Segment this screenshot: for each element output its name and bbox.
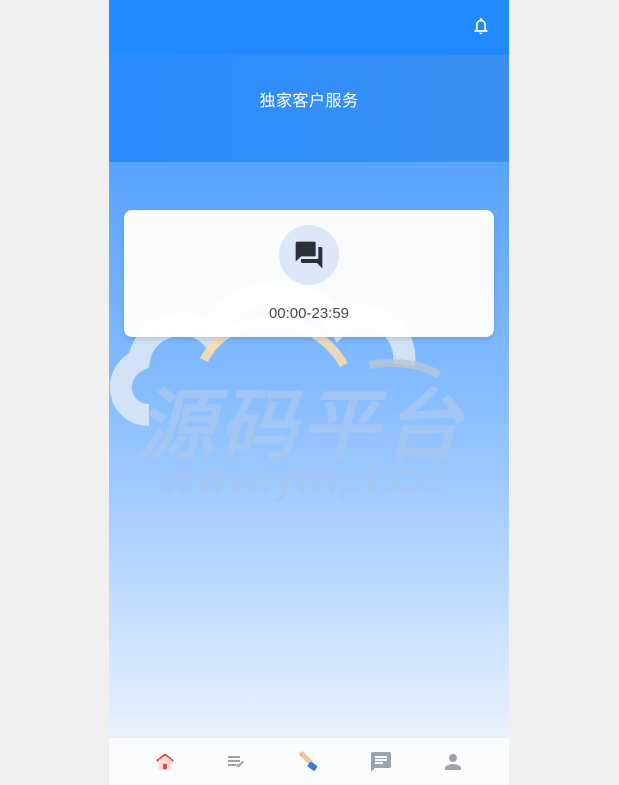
tab-profile[interactable] — [433, 742, 473, 782]
chat-bubbles-icon — [295, 241, 323, 269]
tab-home[interactable] — [145, 742, 185, 782]
tab-tasks[interactable] — [217, 742, 257, 782]
tab-messages[interactable] — [361, 742, 401, 782]
service-hours: 00:00-23:59 — [268, 305, 350, 322]
watermark-url: www.ympt.cc — [159, 454, 440, 503]
top-bar — [109, 0, 509, 55]
hand-tap-icon — [299, 751, 318, 771]
bell-icon[interactable] — [471, 15, 491, 37]
bottom-tab-bar — [109, 737, 509, 785]
customer-service-card[interactable]: 00:00-23:59 — [124, 210, 494, 337]
user-icon — [445, 753, 461, 770]
phone-screen: 独家客户服务 源码平台 www.ympt.cc 00:00-23:59 — [109, 0, 509, 785]
home-icon — [156, 753, 174, 769]
chat-icon-circle — [279, 225, 339, 285]
tab-tap[interactable] — [289, 742, 329, 782]
task-list-icon — [228, 755, 244, 767]
watermark-brand: 源码平台 — [137, 382, 466, 472]
message-icon — [371, 751, 391, 772]
page-title: 独家客户服务 — [259, 93, 359, 110]
